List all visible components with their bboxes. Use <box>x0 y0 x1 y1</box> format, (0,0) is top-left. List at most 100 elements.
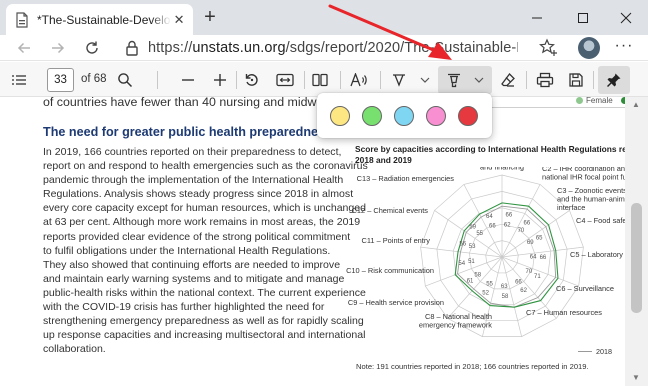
radar-value-label: 66 <box>524 220 531 226</box>
radar-value-label: 51 <box>468 259 475 265</box>
radar-axis-label: C12 – Chemical events <box>352 206 429 215</box>
chart-note: Note: 191 countries reported in 2018; 16… <box>356 362 589 371</box>
vertical-scrollbar[interactable]: ▲ ▼ <box>625 97 648 386</box>
paragraph-line: reports provided clear evidence of the s… <box>43 230 351 243</box>
address-bar[interactable]: https://unstats.un.org/sdgs/report/2020/… <box>110 35 525 60</box>
forward-button[interactable] <box>46 37 70 59</box>
profile-avatar[interactable] <box>578 37 600 59</box>
close-window-button[interactable] <box>604 0 648 35</box>
color-swatch-light-blue[interactable] <box>394 106 414 126</box>
paragraph-line: up response capacities and increasing mu… <box>43 329 366 342</box>
rotate-icon[interactable] <box>242 68 262 92</box>
radar-axis-label-line: interface <box>557 203 585 212</box>
read-aloud-icon[interactable] <box>348 68 370 92</box>
paragraph-line: Regulations. Analysis shows steady progr… <box>43 188 354 201</box>
highlight-options-chevron-icon[interactable] <box>472 68 486 92</box>
scrollbar-thumb[interactable] <box>631 203 642 313</box>
search-icon[interactable] <box>114 68 136 92</box>
radar-axis-label-line: C10 – Risk communication <box>346 266 434 275</box>
radar-value-label: 70 <box>526 269 533 275</box>
radar-axis-label: C6 – Surveillance <box>556 284 614 293</box>
toolbar-separator <box>526 71 527 89</box>
radar-value-label: 59 <box>469 224 476 230</box>
tab-title: *The-Sustainable-Development-G <box>37 12 171 27</box>
radar-axis-label: C11 – Points of entry <box>362 236 431 245</box>
radar-value-label: 54 <box>458 261 465 267</box>
paragraph-line: report on and respond to health emergenc… <box>43 160 368 173</box>
radar-value-label: 52 <box>482 291 489 297</box>
reload-button[interactable] <box>80 37 104 59</box>
radar-value-label: 66 <box>515 279 522 285</box>
radar-axis-label: C3 – Zoonotic events and the human-animal… <box>557 186 625 212</box>
chart-title-line: 2018 and 2019 <box>355 155 412 165</box>
erase-icon[interactable] <box>498 68 518 92</box>
radar-axis-label-line: C7 – Human resources <box>526 308 602 317</box>
radar-axis-label: C10 – Risk communication <box>346 266 434 275</box>
paragraph-line: collaboration. <box>43 343 106 356</box>
zoom-in-icon[interactable] <box>210 68 230 92</box>
scroll-down-arrow-icon[interactable]: ▼ <box>632 373 640 382</box>
radar-value-label: 71 <box>534 274 541 280</box>
color-swatch-yellow[interactable] <box>330 106 350 126</box>
fit-page-icon[interactable] <box>274 68 296 92</box>
lock-icon[interactable] <box>122 38 142 58</box>
radar-value-label: 53 <box>469 244 476 250</box>
page-number-input[interactable]: 33 <box>47 68 74 92</box>
arrow-left-icon <box>17 42 30 54</box>
settings-menu-icon[interactable]: ··· <box>612 37 636 59</box>
radar-axis-label-line: emergency framework <box>419 321 492 330</box>
paragraph-line: strengthening emergency preparedness as … <box>43 315 364 328</box>
radar-axis-label: C2 – IHR coordination and national IHR fo… <box>542 167 625 182</box>
radar-value-label: 62 <box>504 222 511 228</box>
radar-axis-label-line: C13 – Radiation emergencies <box>357 174 455 183</box>
radar-axis-label: C1 – Legislationand financing <box>475 167 528 172</box>
highlight-icon[interactable] <box>444 68 464 92</box>
pdf-toolbar: 33 of 68 <box>0 62 648 97</box>
save-icon[interactable] <box>566 68 586 92</box>
toolbar-separator <box>236 71 237 89</box>
color-swatch-red[interactable] <box>458 106 478 126</box>
draw-options-chevron-icon[interactable] <box>418 68 432 92</box>
paragraph-line: public-health risks within the national … <box>43 286 366 299</box>
reload-icon <box>86 41 98 54</box>
toolbar-separator <box>340 71 341 89</box>
pdf-file-icon <box>15 11 29 28</box>
print-icon[interactable] <box>534 68 556 92</box>
new-tab-button[interactable]: + <box>199 7 221 29</box>
toolbar-separator <box>593 71 594 89</box>
tab-strip: *The-Sustainable-Development-G ✕ + <box>0 0 648 35</box>
color-swatch-pink[interactable] <box>426 106 446 126</box>
page-view-icon[interactable] <box>310 68 330 92</box>
highlight-color-picker <box>317 93 492 138</box>
color-swatch-green[interactable] <box>362 106 382 126</box>
paragraph-line: every core capacity except for human res… <box>43 202 367 215</box>
radar-axis-label-line: C11 – Points of entry <box>362 236 431 245</box>
radar-value-label: 66 <box>540 255 547 261</box>
radar-value-label: 62 <box>520 288 527 294</box>
radar-axis-label: C5 – Laboratory <box>570 250 623 259</box>
back-button[interactable] <box>12 37 36 59</box>
radar-axis-label: C9 – Health service provision <box>348 298 444 307</box>
radar-value-label: 55 <box>486 282 493 288</box>
paragraph-line: at 63 per cent. Although more work remai… <box>43 216 361 229</box>
add-favorite-star-icon[interactable] <box>538 37 560 59</box>
radar-spoke <box>501 184 541 258</box>
chart-title-line: Score by capacities according to Interna… <box>355 144 625 154</box>
radar-axis-label: C7 – Human resources <box>526 308 602 317</box>
pin-icon[interactable] <box>604 68 624 92</box>
body-paragraph: In 2019, 166 countries reported on their… <box>43 145 368 356</box>
scroll-up-arrow-icon[interactable]: ▲ <box>632 100 640 109</box>
draw-icon[interactable] <box>389 68 409 92</box>
url-text: https://unstats.un.org/sdgs/report/2020/… <box>148 40 518 56</box>
zoom-out-icon[interactable] <box>178 68 198 92</box>
radar-chart: 62667066696564 66707166626358555258615154… <box>346 167 625 337</box>
contents-icon[interactable] <box>9 68 29 92</box>
radar-axis-label: C4 – Food safety <box>576 216 625 225</box>
pdf-page: of countries have fewer than 40 nursing … <box>0 97 625 386</box>
tab-close-icon[interactable]: ✕ <box>171 12 187 28</box>
radar-axis-label-line: C9 – Health service provision <box>348 298 444 307</box>
maximize-button[interactable] <box>560 0 606 35</box>
chart-title: Score by capacities according to Interna… <box>355 144 625 166</box>
browser-tab[interactable]: *The-Sustainable-Development-G ✕ <box>6 4 193 35</box>
minimize-button[interactable] <box>514 0 560 35</box>
